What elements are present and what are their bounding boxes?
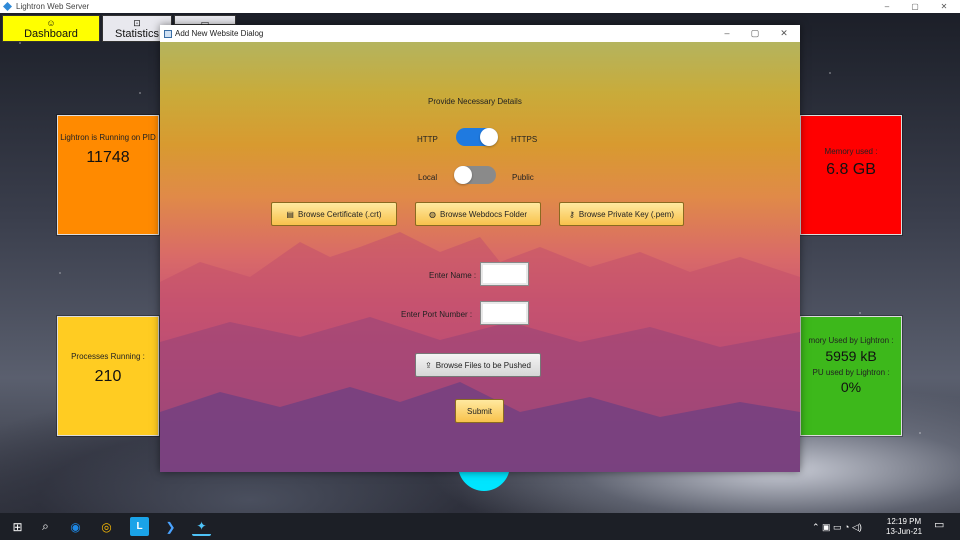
protocol-toggle-knob <box>480 128 498 146</box>
scope-toggle[interactable] <box>454 166 496 184</box>
lightron-app-icon <box>3 2 12 11</box>
dialog-heading: Provide Necessary Details <box>428 97 522 106</box>
processes-label: Processes Running : <box>71 352 145 361</box>
lightron-cpu-label: PU used by Lightron : <box>812 368 890 377</box>
memory-value: 6.8 GB <box>826 161 876 178</box>
processes-value: 210 <box>94 368 122 385</box>
tab-statistics-label: Statistics <box>114 28 159 40</box>
browse-push-files-label: Browse Files to be Pushed <box>435 360 531 370</box>
name-label: Enter Name : <box>429 271 477 280</box>
dialog-title-bar: Add New Website Dialog – ▢ ✕ <box>160 25 800 42</box>
lightron-memory-value: 5959 kB <box>825 348 877 364</box>
lightron-server-icon[interactable]: ✦ <box>192 517 211 536</box>
https-label: HTTPS <box>511 135 538 144</box>
pid-label: Lightron is Running on PID <box>60 133 156 142</box>
dashboard-icon: ☺ <box>46 18 56 28</box>
submit-label: Submit <box>467 406 492 416</box>
http-label: HTTP <box>417 135 438 144</box>
certificate-icon: ▤ <box>286 209 294 219</box>
app-title: Lightron Web Server <box>16 2 90 11</box>
protocol-toggle[interactable] <box>456 128 498 146</box>
key-icon: ⚷ <box>569 209 575 219</box>
memory-label: Memory used : <box>824 147 878 156</box>
port-label: Enter Port Number : <box>401 310 473 319</box>
dialog-title: Add New Website Dialog <box>175 29 264 38</box>
browse-push-files-button[interactable]: ⇪ Browse Files to be Pushed <box>415 353 541 377</box>
name-input[interactable] <box>480 262 529 286</box>
globe-icon: ◍ <box>429 209 436 219</box>
browse-private-key-label: Browse Private Key (.pem) <box>578 209 674 219</box>
share-icon: ⇪ <box>425 360 432 370</box>
notification-icon[interactable]: ▭ <box>934 520 944 531</box>
mountain-silhouette <box>160 232 800 472</box>
powershell-icon[interactable]: ❯ <box>161 517 180 536</box>
browse-webdocs-label: Browse Webdocs Folder <box>439 209 527 219</box>
add-website-dialog: Add New Website Dialog – ▢ ✕ Provide Nec… <box>160 25 800 472</box>
browse-private-key-button[interactable]: ⚷ Browse Private Key (.pem) <box>559 202 684 226</box>
app-title-bar: Lightron Web Server – ▢ ✕ <box>0 0 960 13</box>
tray-icons[interactable]: ⌃ ▣ ▭ ◔ ◁) <box>812 522 862 532</box>
local-label: Local <box>418 173 438 182</box>
clock[interactable]: 12:19 PM 13-Jun-21 <box>886 517 922 537</box>
close-button[interactable]: ✕ <box>930 0 958 13</box>
submit-button[interactable]: Submit <box>455 399 504 423</box>
public-label: Public <box>512 173 534 182</box>
edge-browser-icon[interactable]: ◉ <box>66 517 85 536</box>
memory-card: Memory used : 6.8 GB <box>800 115 902 235</box>
lightron-usage-card: mory Used by Lightron : 5959 kB PU used … <box>800 316 902 436</box>
dialog-body: Provide Necessary Details HTTP HTTPS Loc… <box>160 42 800 472</box>
lightron-l-icon[interactable]: L <box>130 517 149 536</box>
minimize-button[interactable]: – <box>873 0 901 13</box>
browse-certificate-label: Browse Certificate (.crt) <box>297 209 382 219</box>
chrome-browser-icon[interactable]: ◎ <box>97 517 116 536</box>
port-input[interactable] <box>480 301 529 325</box>
dialog-minimize-button[interactable]: – <box>713 25 741 42</box>
dialog-close-button[interactable]: ✕ <box>770 25 798 42</box>
tab-third[interactable]: ▭ <box>174 15 236 28</box>
search-icon[interactable]: ⌕ <box>36 517 55 536</box>
browse-webdocs-button[interactable]: ◍ Browse Webdocs Folder <box>415 202 541 226</box>
maximize-button[interactable]: ▢ <box>901 0 929 13</box>
clock-time: 12:19 PM <box>886 517 922 526</box>
taskbar: ⊞ ⌕ ◉ ◎ L ❯ ✦ ⌃ ▣ ▭ ◔ ◁) 12:19 PM 13-Jun… <box>0 513 960 540</box>
pid-value: 11748 <box>86 149 130 166</box>
scope-toggle-knob <box>454 166 472 184</box>
dialog-maximize-button[interactable]: ▢ <box>741 25 769 42</box>
tab-dashboard-label: Dashboard <box>24 28 78 40</box>
browse-certificate-button[interactable]: ▤ Browse Certificate (.crt) <box>271 202 397 226</box>
pid-card: Lightron is Running on PID 11748 <box>57 115 159 235</box>
lightron-cpu-value: 0% <box>840 379 862 395</box>
processes-card: Processes Running : 210 <box>57 316 159 436</box>
clock-date: 13-Jun-21 <box>886 527 923 536</box>
tab-dashboard[interactable]: ☺ Dashboard <box>2 15 100 42</box>
windows-start-icon[interactable]: ⊞ <box>8 517 27 536</box>
dialog-window-icon <box>164 29 172 38</box>
lightron-memory-label: mory Used by Lightron : <box>808 336 894 345</box>
